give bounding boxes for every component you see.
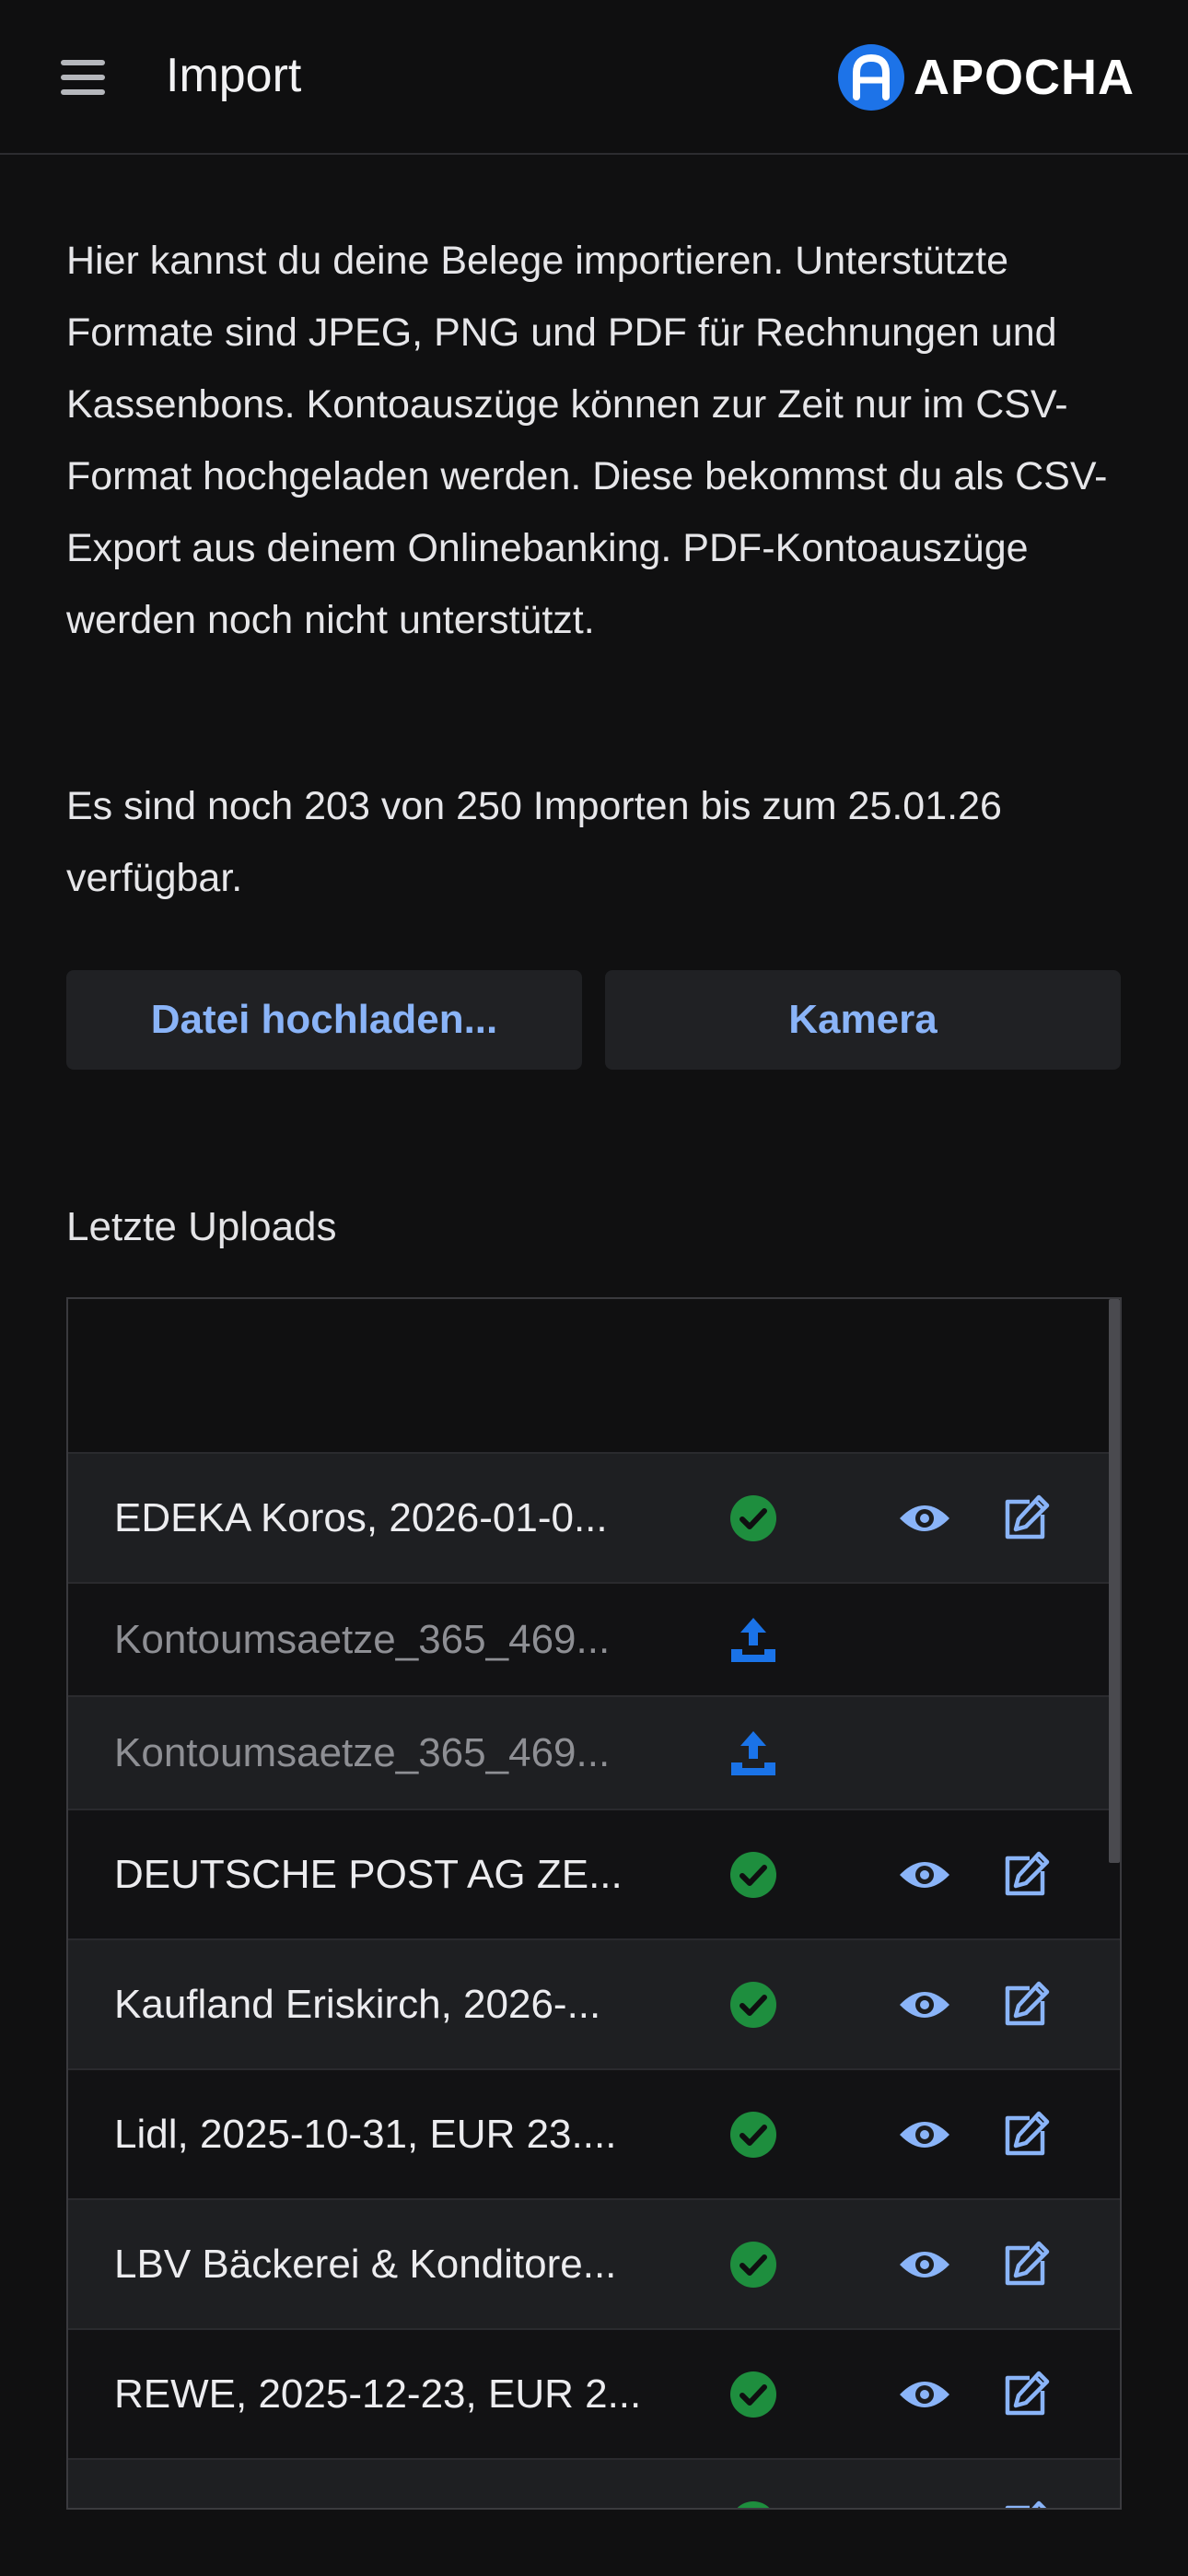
edit-icon[interactable] — [1002, 2241, 1050, 2289]
upload-row[interactable]: REWE, 2025-12-23, EUR 2... — [68, 2330, 1120, 2460]
brand-mark-icon — [837, 44, 904, 111]
upload-name: EDEKA Koros, 2026-01-0... — [114, 1454, 658, 1582]
app-header: Import APOCHA — [0, 0, 1188, 155]
upload-icon — [729, 1729, 777, 1777]
upload-row[interactable]: LBV Bäckerei & Konditore... — [68, 2200, 1120, 2330]
upload-name: DEUTSCHE POST AG ZE... — [114, 1810, 658, 1938]
camera-button[interactable]: Kamera — [605, 970, 1121, 1070]
upload-row[interactable]: DEUTSCHE POST AG ZE... — [68, 1810, 1120, 1940]
upload-name-text: Kaufland Eriskirch, 2026-... — [114, 1981, 601, 2027]
edit-icon[interactable] — [1002, 2111, 1050, 2159]
check-circle-icon — [729, 1851, 777, 1899]
upload-row[interactable]: Kontoumsaetze_365_469... — [68, 1697, 1120, 1810]
eye-icon[interactable] — [897, 2246, 952, 2283]
upload-name: LBV Bäckerei & Konditore... — [114, 2200, 658, 2328]
eye-icon[interactable] — [897, 1500, 952, 1537]
eye-icon[interactable] — [897, 2506, 952, 2509]
recent-uploads-title: Letzte Uploads — [66, 1204, 337, 1249]
hamburger-menu-icon[interactable] — [52, 48, 114, 107]
upload-name-text: DEUTSCHE POST AG ZE... — [114, 1851, 623, 1897]
list-scrollbar[interactable] — [1109, 1299, 1120, 1863]
upload-row[interactable]: Müller mbe Stadtbäckerei, 2... — [68, 2460, 1120, 2509]
check-circle-icon — [729, 1981, 777, 2029]
upload-name: Lidl, 2025-10-31, EUR 23.... — [114, 2070, 658, 2198]
upload-name: Kaufland Eriskirch, 2026-... — [114, 1940, 658, 2068]
upload-row[interactable]: Kontoumsaetze_365_469... — [68, 1584, 1120, 1697]
upload-name-text: REWE, 2025-12-23, EUR 2... — [114, 2371, 642, 2417]
upload-name: Müller mbe Stadtbäckerei, 2... — [114, 2460, 658, 2509]
upload-name-text: EDEKA Koros, 2026-01-0... — [114, 1494, 608, 1540]
upload-name: Kontoumsaetze_365_469... — [114, 1697, 658, 1809]
check-circle-icon — [729, 1494, 777, 1542]
upload-file-button[interactable]: Datei hochladen... — [66, 970, 582, 1070]
uploads-list-header — [68, 1299, 1120, 1454]
eye-icon[interactable] — [897, 1986, 952, 2023]
upload-name-text: Kontoumsaetze_365_469... — [114, 1616, 611, 1662]
upload-name-text: LBV Bäckerei & Konditore... — [114, 2241, 617, 2287]
upload-name-text: Lidl, 2025-10-31, EUR 23.... — [114, 2111, 617, 2157]
check-circle-icon — [729, 2111, 777, 2159]
upload-name-text: Kontoumsaetze_365_469... — [114, 1729, 611, 1775]
quota-text: Es sind noch 203 von 250 Importen bis zu… — [66, 784, 1002, 900]
page-title: Import — [166, 49, 302, 102]
brand-logo: APOCHA — [837, 42, 1135, 112]
edit-icon[interactable] — [1002, 1851, 1050, 1899]
check-circle-icon — [729, 2241, 777, 2289]
upload-row[interactable]: Lidl, 2025-10-31, EUR 23.... — [68, 2070, 1120, 2200]
upload-icon — [729, 1616, 777, 1664]
upload-row[interactable]: Kaufland Eriskirch, 2026-... — [68, 1940, 1120, 2070]
eye-icon[interactable] — [897, 2116, 952, 2153]
upload-name: REWE, 2025-12-23, EUR 2... — [114, 2330, 658, 2458]
eye-icon[interactable] — [897, 1856, 952, 1893]
edit-icon[interactable] — [1002, 2371, 1050, 2418]
eye-icon[interactable] — [897, 2376, 952, 2413]
upload-name: Kontoumsaetze_365_469... — [114, 1584, 658, 1695]
edit-icon[interactable] — [1002, 2500, 1050, 2508]
edit-icon[interactable] — [1002, 1494, 1050, 1542]
intro-text: Hier kannst du deine Belege importieren.… — [66, 239, 1108, 642]
check-circle-icon — [729, 2500, 777, 2508]
edit-icon[interactable] — [1002, 1981, 1050, 2029]
upload-row[interactable]: EDEKA Koros, 2026-01-0... — [68, 1454, 1120, 1584]
brand-name: APOCHA — [913, 50, 1135, 105]
upload-name-text: Müller mbe Stadtbäckerei, 2... — [114, 2501, 658, 2509]
uploads-list[interactable]: EDEKA Koros, 2026-01-0... Kontoumsaetze_3… — [66, 1297, 1122, 2510]
check-circle-icon — [729, 2371, 777, 2418]
